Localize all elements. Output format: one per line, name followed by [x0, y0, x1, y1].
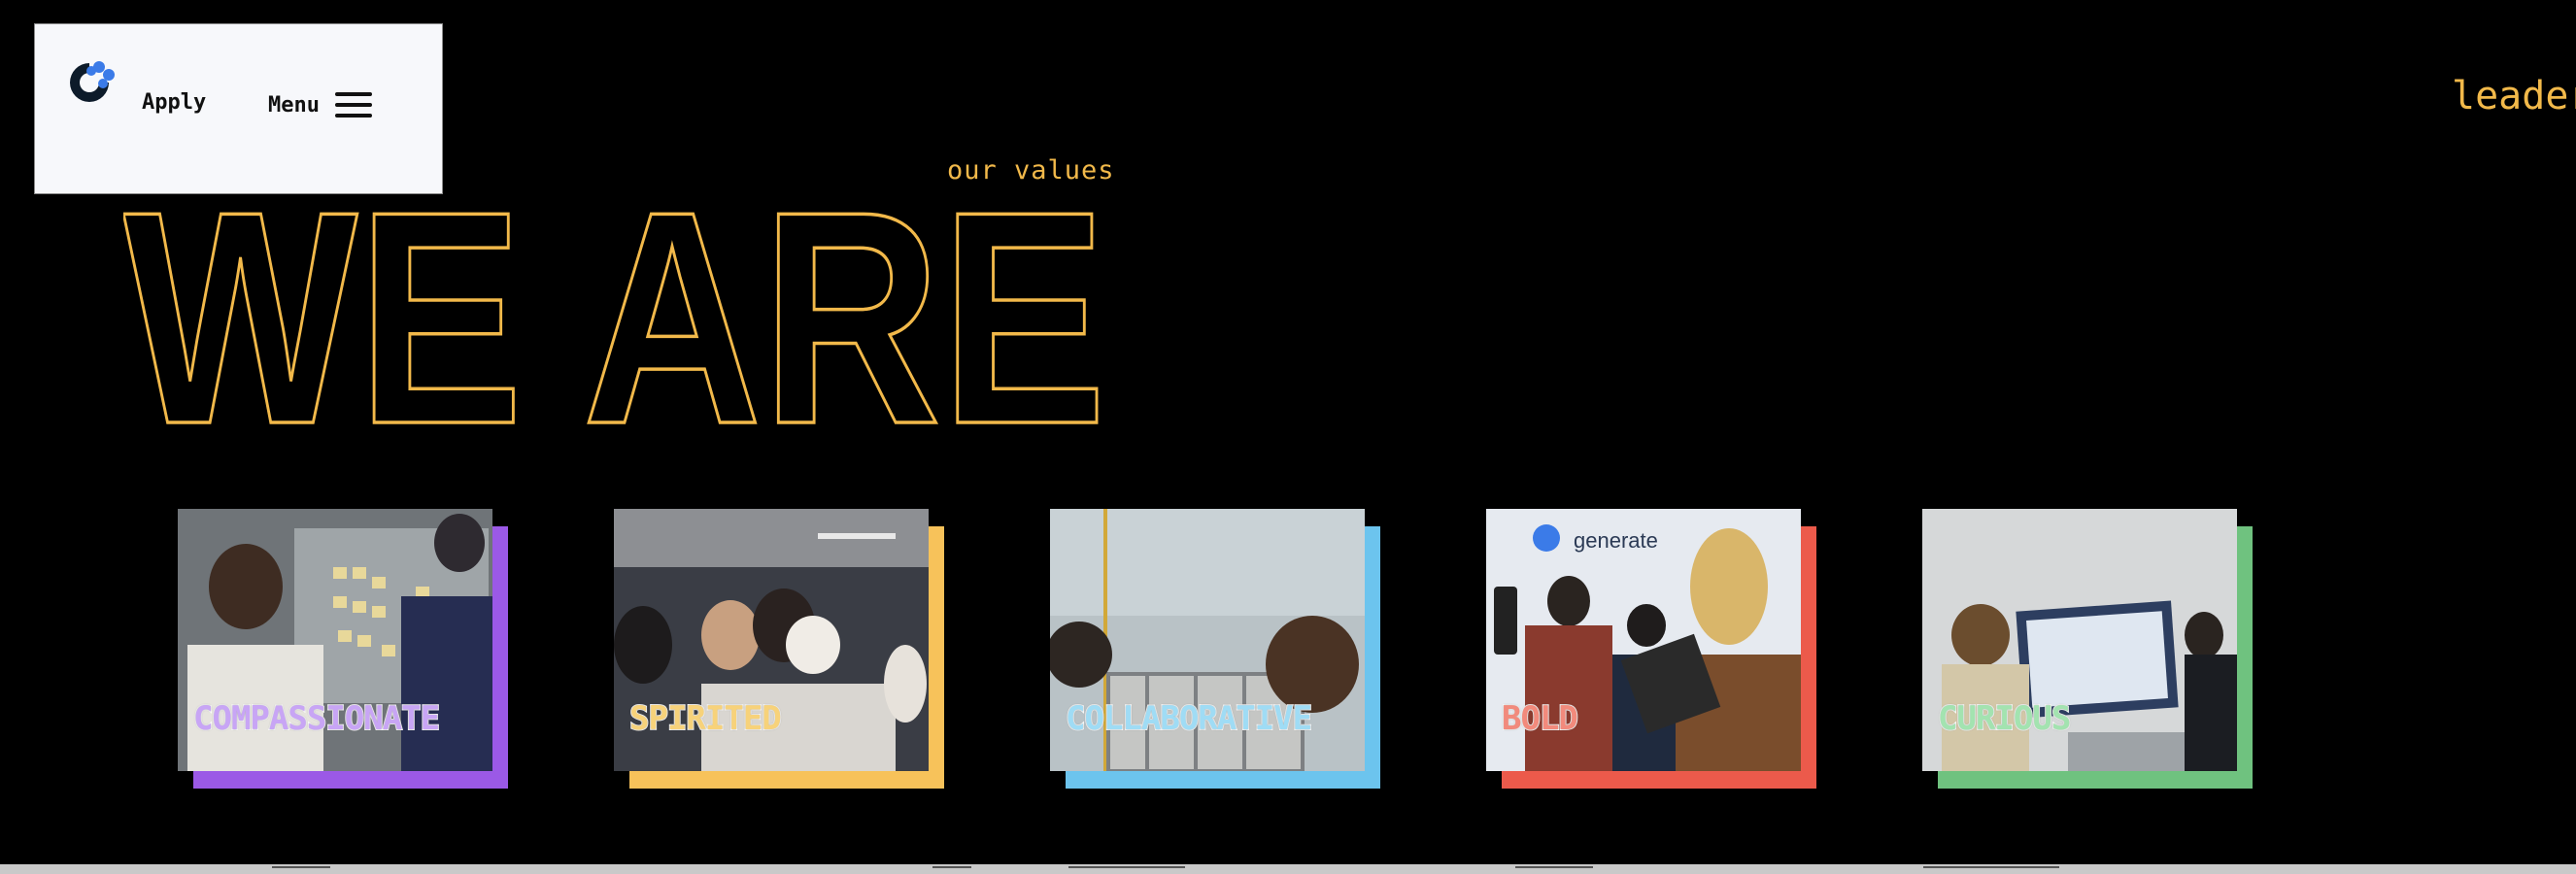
value-card-curious[interactable]: CURIOUS: [1922, 509, 2253, 789]
marquee-text: leader: [2452, 74, 2576, 118]
menu-label: Menu: [268, 92, 320, 118]
nav-card: Apply Menu: [34, 23, 443, 194]
section-eyebrow: our values: [947, 155, 1115, 185]
value-card-spirited[interactable]: SPIRITED: [614, 509, 944, 789]
menu-button[interactable]: Menu: [268, 92, 372, 118]
value-label: COMPASSIONATE: [192, 698, 441, 739]
logo-icon[interactable]: [64, 57, 115, 108]
apply-link[interactable]: Apply: [142, 90, 206, 115]
value-card-compassionate[interactable]: COMPASSIONATE: [178, 509, 508, 789]
value-label: BOLD: [1501, 698, 1579, 739]
value-label: SPIRITED: [628, 698, 783, 739]
value-label: COLLABORATIVE: [1065, 698, 1313, 739]
photo-sign-text: generate: [1574, 528, 1658, 553]
value-card-collaborative[interactable]: COLLABORATIVE: [1050, 509, 1380, 789]
next-section-edge: [0, 864, 2576, 874]
value-card-bold[interactable]: generate BOLD: [1486, 509, 1816, 789]
value-label: CURIOUS: [1937, 698, 2072, 739]
headline: WE ARE: [123, 189, 1108, 432]
headline-text: WE ARE: [123, 189, 1106, 432]
hamburger-icon: [334, 92, 372, 118]
